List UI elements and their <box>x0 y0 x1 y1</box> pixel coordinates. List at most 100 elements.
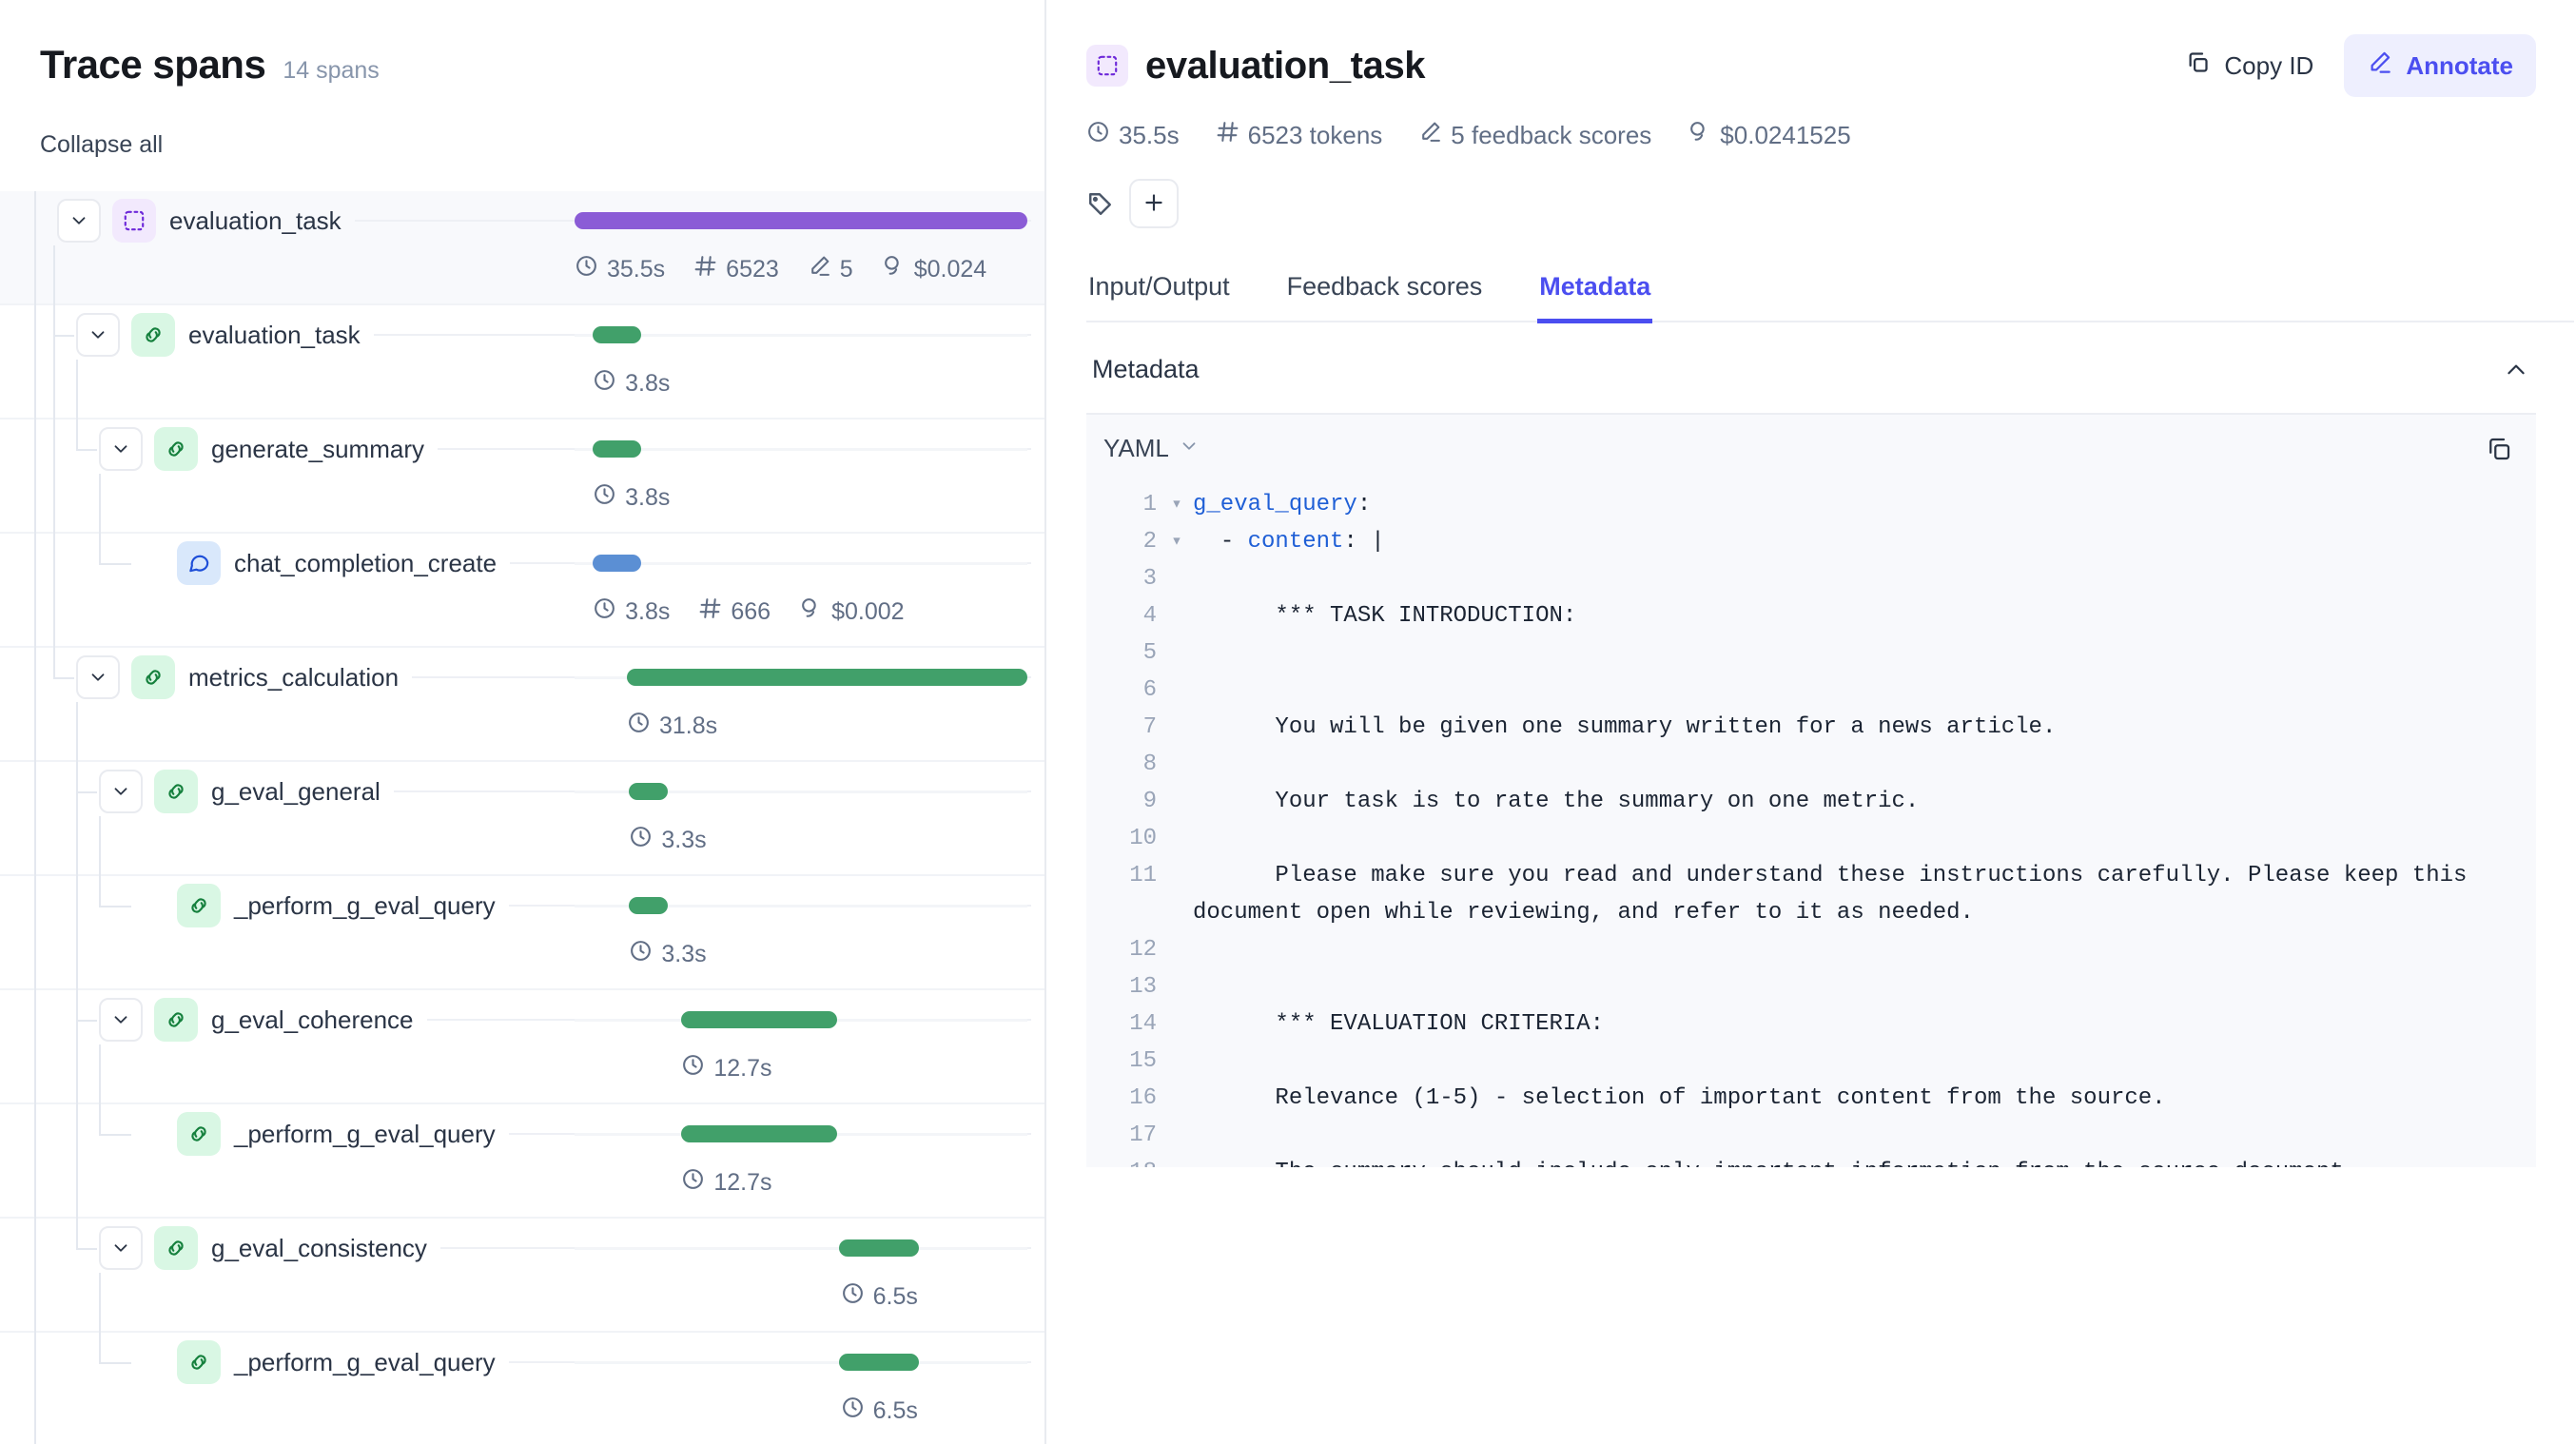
format-select[interactable]: YAML <box>1103 434 1200 463</box>
span-name: g_eval_coherence <box>211 1005 414 1034</box>
span-row[interactable]: _perform_g_eval_query 6.5s <box>0 1333 1044 1444</box>
span-row[interactable]: generate_summary 3.8s <box>0 420 1044 534</box>
collapse-all-button[interactable]: Collapse all <box>40 131 163 159</box>
timeline-baseline <box>575 334 1027 337</box>
fold-toggle-icon[interactable]: ▾ <box>1161 486 1193 523</box>
span-duration: 12.7s <box>681 1053 772 1083</box>
tree-guide-line <box>99 1044 101 1134</box>
span-expand-toggle[interactable] <box>99 427 143 471</box>
coins-icon <box>1688 120 1711 150</box>
tree-guide-line <box>76 791 97 793</box>
span-expand-toggle[interactable] <box>99 770 143 813</box>
span-duration-value: 3.8s <box>625 597 671 625</box>
span-expand-toggle[interactable] <box>99 998 143 1042</box>
span-name: evaluation_task <box>169 205 342 235</box>
span-duration-bar <box>593 440 642 458</box>
clock-icon <box>681 1053 705 1083</box>
span-row[interactable]: g_eval_consistency 6.5s <box>0 1219 1044 1333</box>
span-row[interactable]: _perform_g_eval_query 3.3s <box>0 876 1044 990</box>
span-row-stats: 3.8s 666 $0.002 <box>593 596 905 627</box>
code-line: 2 ▾ - content: | <box>1086 523 2536 560</box>
copy-code-button[interactable] <box>2485 435 2513 463</box>
span-expand-toggle[interactable] <box>76 313 120 357</box>
span-row[interactable]: g_eval_coherence 12.7s <box>0 990 1044 1104</box>
tree-guide-line <box>99 1362 131 1364</box>
metadata-section: Metadata YAML 1 ▾ g_eval_query: 2 ▾ - co… <box>1086 322 2574 1167</box>
add-tag-button[interactable] <box>1129 179 1179 228</box>
span-duration-bar <box>629 783 669 800</box>
span-name: _perform_g_eval_query <box>234 1347 496 1376</box>
code-line: 10 <box>1086 820 2536 857</box>
span-row[interactable]: g_eval_general 3.3s <box>0 762 1044 876</box>
line-number: 10 <box>1129 826 1157 851</box>
span-tokens-value: 666 <box>731 597 771 625</box>
tree-guide-line <box>76 702 78 1248</box>
feedback-scores-stat: 5 feedback scores <box>1418 120 1651 150</box>
pencil-icon <box>2367 49 2392 82</box>
metadata-header[interactable]: Metadata <box>1086 322 2536 415</box>
span-row[interactable]: chat_completion_create 3.8s 666 $0.002 <box>0 534 1044 648</box>
span-duration-bar <box>593 555 642 572</box>
span-duration-value: 12.7s <box>713 1054 772 1082</box>
span-name: _perform_g_eval_query <box>234 1119 496 1148</box>
code-line: 5 <box>1086 634 2536 672</box>
line-number: 13 <box>1129 974 1157 1000</box>
span-row[interactable]: _perform_g_eval_query 12.7s <box>0 1104 1044 1219</box>
tab-metadata[interactable]: Metadata <box>1537 263 1653 323</box>
code-text: Please make sure you read and understand… <box>1193 863 2481 926</box>
timeline-baseline <box>575 448 1027 451</box>
metadata-code-viewer[interactable]: 1 ▾ g_eval_query: 2 ▾ - content: | 3 4 *** TAS… <box>1086 482 2536 1167</box>
annotate-label: Annotate <box>2406 50 2513 80</box>
line-number: 1 <box>1142 492 1157 517</box>
chevron-down-icon <box>1179 434 1200 463</box>
copy-icon <box>2185 49 2211 82</box>
span-expand-toggle[interactable] <box>99 1226 143 1270</box>
tree-guide-line <box>76 1248 97 1250</box>
code-line: 12 <box>1086 931 2536 968</box>
span-cost: $0.002 <box>799 596 905 627</box>
span-tokens: 666 <box>698 596 771 627</box>
detail-tabs: Input/Output Feedback scores Metadata <box>1086 263 2574 323</box>
span-duration-value: 3.8s <box>625 483 671 511</box>
span-duration-value: 3.3s <box>661 940 707 967</box>
annotate-button[interactable]: Annotate <box>2344 34 2536 97</box>
copy-id-button[interactable]: Copy ID <box>2168 36 2331 95</box>
span-duration-value: 3.8s <box>625 369 671 397</box>
code-line: 9 Your task is to rate the summary on on… <box>1086 783 2536 820</box>
coins-icon <box>799 596 823 627</box>
clock-icon <box>629 825 653 855</box>
span-duration-bar <box>839 1354 919 1371</box>
span-title: evaluation_task <box>1145 44 1426 87</box>
span-row[interactable]: metrics_calculation 31.8s <box>0 648 1044 762</box>
span-duration-bar <box>680 1011 838 1028</box>
code-line: 8 <box>1086 746 2536 783</box>
span-name: chat_completion_create <box>234 548 498 577</box>
code-line: 18 The summary should include only impor… <box>1086 1154 2536 1167</box>
fold-toggle-icon[interactable]: ▾ <box>1161 523 1193 560</box>
span-row-stats: 35.5s 6523 5 $0.024 <box>575 254 986 284</box>
span-expand-toggle[interactable] <box>76 655 120 699</box>
span-row[interactable]: evaluation_task 35.5s 6523 5 $0.024 <box>0 191 1044 305</box>
line-number: 14 <box>1129 1011 1157 1037</box>
code-text: Your task is to rate the summary on one … <box>1193 789 1920 814</box>
span-row[interactable]: evaluation_task 3.8s <box>0 305 1044 420</box>
line-number: 17 <box>1129 1122 1157 1148</box>
clock-icon <box>1086 120 1110 150</box>
duration-stat: 35.5s <box>1086 120 1180 150</box>
span-feedback-value: 5 <box>839 255 853 283</box>
span-expand-toggle[interactable] <box>57 199 101 243</box>
coins-icon <box>882 254 906 284</box>
tab-input-output[interactable]: Input/Output <box>1086 263 1232 323</box>
tab-feedback-scores[interactable]: Feedback scores <box>1285 263 1485 323</box>
code-text: *** EVALUATION CRITERIA: <box>1193 1011 1605 1037</box>
span-cost: $0.024 <box>882 254 986 284</box>
span-duration: 12.7s <box>681 1167 772 1198</box>
code-line: 17 <box>1086 1117 2536 1154</box>
span-timeline-track <box>575 897 1027 914</box>
chevron-up-icon[interactable] <box>2504 358 2528 382</box>
page-title: Trace spans <box>40 42 266 87</box>
code-line: 4 *** TASK INTRODUCTION: <box>1086 597 2536 634</box>
clock-icon <box>575 254 598 284</box>
span-duration-bar <box>593 326 642 343</box>
code-toolbar: YAML <box>1086 415 2536 482</box>
